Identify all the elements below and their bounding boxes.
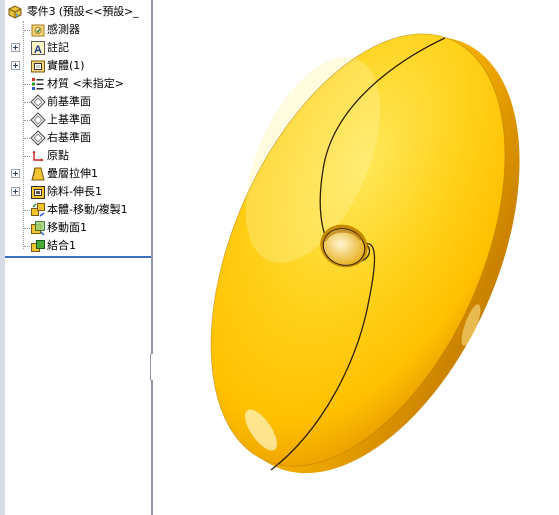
combine-label: 結合1 [47,239,76,252]
tree-item-move-face[interactable]: 移動面1 [5,219,151,237]
combine-icon [30,238,46,254]
sensors-label: 感測器 [47,23,80,36]
expand-annotations-button[interactable] [11,43,20,52]
graphics-viewport[interactable] [153,0,559,515]
tree-item-combine[interactable]: 結合1 [5,237,151,255]
tree-item-sensors[interactable]: 感測器 [5,21,151,39]
top-plane-label: 上基準面 [47,113,91,126]
tree-item-cut-extrude[interactable]: 除料-伸長1 [5,183,151,201]
tree-root-part[interactable]: 零件3 (預設<<預設>_ [5,3,151,21]
tree-item-solid-bodies[interactable]: 實體(1) [5,57,151,75]
rollback-bar[interactable] [5,256,151,258]
expand-cut-extrude-button[interactable] [11,187,20,196]
move-copy-body-label: 本體-移動/複製1 [47,203,128,216]
expand-solid-bodies-button[interactable] [11,61,20,70]
cut-extrude-icon [30,184,46,200]
tree-item-front-plane[interactable]: 前基準面 [5,93,151,111]
tree-item-top-plane[interactable]: 上基準面 [5,111,151,129]
solid-bodies-icon [30,58,46,74]
loft-label: 疊層拉伸1 [47,167,98,180]
tree-item-move-copy-body[interactable]: 本體-移動/複製1 [5,201,151,219]
move-face-icon [30,220,46,236]
plane-icon [30,94,46,110]
tree-item-loft[interactable]: 疊層拉伸1 [5,165,151,183]
part-icon [7,4,23,20]
front-plane-label: 前基準面 [47,95,91,108]
loft-icon [30,166,46,182]
tree-item-origin[interactable]: 原點 [5,147,151,165]
move-face-label: 移動面1 [47,221,87,234]
origin-icon [30,148,46,164]
tree-item-material[interactable]: 材質 <未指定> [5,75,151,93]
right-plane-label: 右基準面 [47,131,91,144]
yellow-oval-model[interactable] [153,0,559,515]
cut-extrude-label: 除料-伸長1 [47,185,102,198]
root-part-label: 零件3 (預設<<預設>_ [27,5,139,18]
tree-item-annotations[interactable]: A 註記 [5,39,151,57]
tree-item-right-plane[interactable]: 右基準面 [5,129,151,147]
expand-loft-button[interactable] [11,169,20,178]
origin-label: 原點 [47,149,69,162]
sensor-folder-icon [30,22,46,38]
feature-manager-tree[interactable]: 零件3 (預設<<預設>_ 感測器 A 註記 實體(1) 材質 <未指定> 前基… [5,0,151,515]
svg-text:A: A [34,44,42,56]
plane-icon [30,112,46,128]
annotations-label: 註記 [47,41,69,54]
annotations-icon: A [30,40,46,56]
solid-bodies-label: 實體(1) [47,59,85,72]
material-icon [30,76,46,92]
move-copy-body-icon [30,202,46,218]
material-label: 材質 <未指定> [47,77,124,90]
plane-icon [30,130,46,146]
